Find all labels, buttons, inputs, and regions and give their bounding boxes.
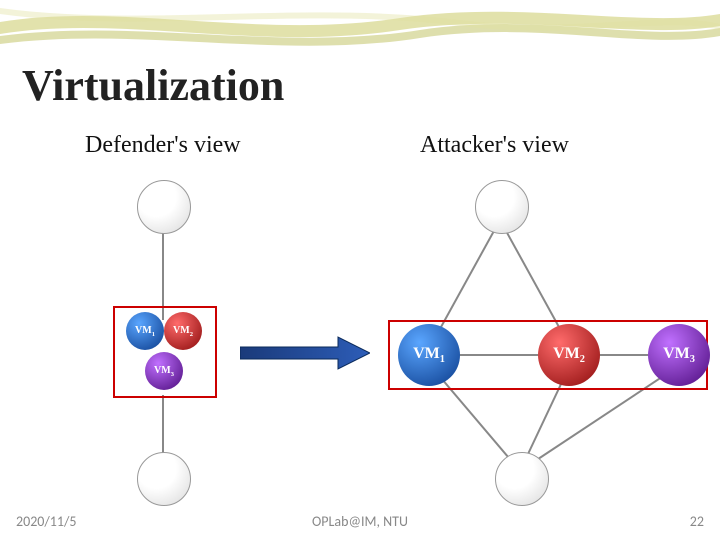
- vm3-label: VM3: [663, 345, 695, 365]
- edge: [162, 395, 164, 455]
- transform-arrow: [240, 335, 370, 371]
- footer-page: 22: [690, 513, 704, 530]
- vm2-big: VM2: [538, 324, 600, 386]
- vm1-label: VM1: [135, 325, 155, 338]
- vm3-big: VM3: [648, 324, 710, 386]
- vm2-label: VM2: [173, 325, 193, 338]
- vm3-small: VM3: [145, 352, 183, 390]
- vm1-small: VM1: [126, 312, 164, 350]
- vm1-big: VM1: [398, 324, 460, 386]
- footer-date: 2020/11/5: [16, 513, 76, 530]
- vm3-label: VM3: [154, 365, 174, 378]
- footer-source: OPLab@IM, NTU: [312, 513, 408, 530]
- attacker-top-node: [475, 180, 529, 234]
- slide-ribbon: [0, 0, 720, 60]
- vm2-label: VM2: [553, 345, 585, 365]
- vm1-label: VM1: [413, 345, 445, 365]
- vm2-small: VM2: [164, 312, 202, 350]
- defender-top-node: [137, 180, 191, 234]
- defender-bottom-node: [137, 452, 191, 506]
- defender-heading: Defender's view: [85, 132, 241, 159]
- attacker-heading: Attacker's view: [420, 132, 569, 159]
- attacker-bottom-node: [495, 452, 549, 506]
- slide-title: Virtualization: [22, 60, 284, 111]
